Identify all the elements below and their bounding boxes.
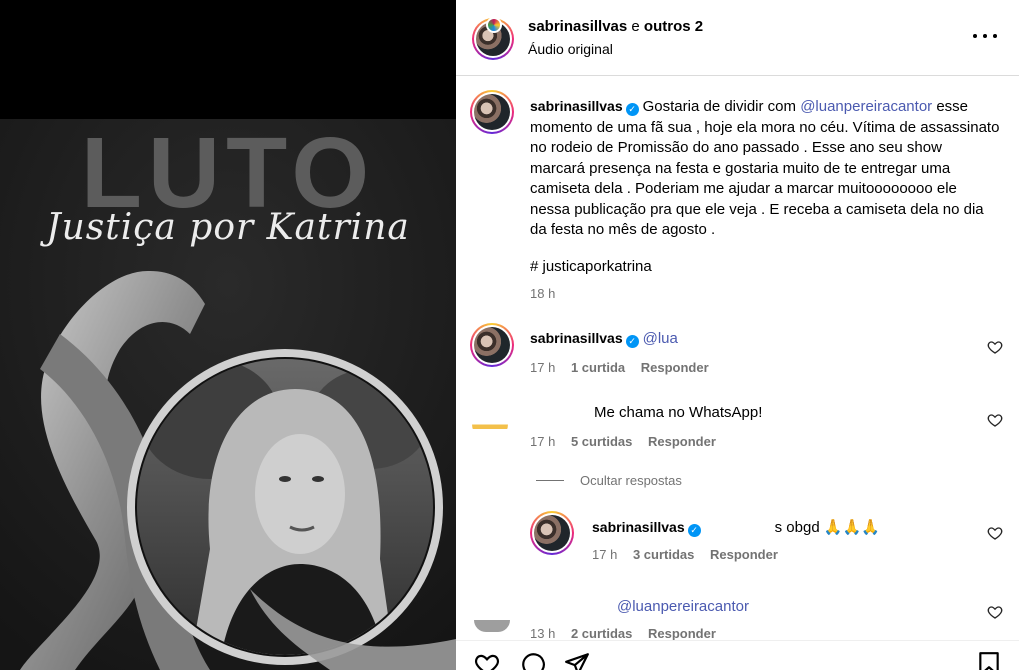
- divider-line: [536, 480, 564, 481]
- collaborators-link[interactable]: outros 2: [644, 18, 703, 35]
- caption-mention-link[interactable]: @luanpereiracantor: [800, 98, 932, 115]
- verified-badge-icon: ✓: [687, 524, 701, 537]
- reply-likes[interactable]: 3 curtidas: [633, 547, 694, 562]
- author-connector: e: [627, 18, 644, 35]
- reply-text: s obgd 🙏🙏🙏: [774, 519, 880, 536]
- poster-subtitle: Justiça por Katrina: [46, 207, 410, 248]
- comment-timestamp[interactable]: 17 h: [530, 434, 555, 449]
- comment-text: Me chama no WhatsApp!: [594, 404, 763, 421]
- original-audio-link[interactable]: Áudio original: [528, 41, 613, 57]
- caption-author-avatar[interactable]: [470, 90, 514, 134]
- more-options-button[interactable]: [973, 26, 997, 46]
- reply-meta: 13 h 2 curtidas Responder: [530, 626, 716, 641]
- post-caption: sabrinasillvas ✓ Gostaria de dividir com @…: [530, 96, 1000, 241]
- comment-timestamp[interactable]: 17 h: [530, 360, 555, 375]
- comment-avatar[interactable]: [472, 398, 508, 442]
- hide-replies-label: Ocultar respostas: [580, 473, 682, 488]
- like-heart-icon[interactable]: [474, 651, 500, 670]
- post-header: sabrinasillvas e outros 2 Áudio original: [456, 0, 1019, 76]
- reply-meta: 17 h 3 curtidas Responder: [592, 547, 778, 562]
- reply-mention-link[interactable]: @luanpereiracantor: [617, 598, 749, 615]
- reply-button[interactable]: Responder: [641, 360, 709, 375]
- more-horizontal-icon: [973, 34, 977, 38]
- like-heart-icon[interactable]: [987, 604, 1003, 620]
- like-heart-icon[interactable]: [987, 525, 1003, 541]
- comment-mention-link[interactable]: @lua: [643, 330, 678, 347]
- reply-button[interactable]: Responder: [710, 547, 778, 562]
- caption-text-end: esse momento de uma fã sua , hoje ela mo…: [530, 98, 1000, 238]
- caption-text-start: Gostaria de dividir com: [642, 98, 801, 115]
- comment-likes[interactable]: 5 curtidas: [571, 434, 632, 449]
- comment-meta: 17 h 5 curtidas Responder: [530, 434, 716, 449]
- collaborator-avatar[interactable]: [486, 17, 502, 33]
- post-author-line: sabrinasillvas e outros 2: [528, 18, 703, 35]
- reply-username[interactable]: sabrinasillvas: [592, 519, 685, 535]
- caption-timestamp[interactable]: 18 h: [530, 286, 555, 301]
- caption-username[interactable]: sabrinasillvas: [530, 98, 623, 114]
- comment-avatar[interactable]: [470, 323, 514, 367]
- reply-avatar[interactable]: [530, 511, 574, 555]
- memorial-poster-image: LUTO Justiça por Katrina: [0, 119, 456, 670]
- reply-likes[interactable]: 2 curtidas: [571, 626, 632, 641]
- comment-body: sabrinasillvas ✓ @lua: [530, 330, 678, 348]
- caption-hashtag[interactable]: # justicaporkatrina: [530, 258, 652, 275]
- like-heart-icon[interactable]: [987, 412, 1003, 428]
- share-send-icon[interactable]: [564, 651, 590, 670]
- verified-badge-icon: ✓: [625, 335, 639, 348]
- like-heart-icon[interactable]: [987, 339, 1003, 355]
- comments-panel: sabrinasillvas e outros 2 Áudio original…: [456, 0, 1019, 670]
- reply-button[interactable]: Responder: [648, 434, 716, 449]
- comment-likes[interactable]: 1 curtida: [571, 360, 625, 375]
- reply-timestamp[interactable]: 13 h: [530, 626, 555, 641]
- post-action-bar: [456, 640, 1019, 670]
- bookmark-save-icon[interactable]: [976, 651, 1002, 670]
- verified-badge-icon: ✓: [625, 103, 639, 116]
- author-username-link[interactable]: sabrinasillvas: [528, 18, 627, 35]
- comment-bubble-icon[interactable]: [520, 651, 546, 670]
- post-media[interactable]: LUTO Justiça por Katrina: [0, 0, 456, 670]
- reply-avatar[interactable]: [474, 620, 510, 632]
- hide-replies-button[interactable]: Ocultar respostas: [536, 473, 682, 488]
- reply-body: sabrinasillvas ✓ s obgd 🙏🙏🙏: [592, 518, 880, 537]
- comment-meta: 17 h 1 curtida Responder: [530, 360, 709, 375]
- reply-button[interactable]: Responder: [648, 626, 716, 641]
- reply-timestamp[interactable]: 17 h: [592, 547, 617, 562]
- comment-username[interactable]: sabrinasillvas: [530, 330, 623, 346]
